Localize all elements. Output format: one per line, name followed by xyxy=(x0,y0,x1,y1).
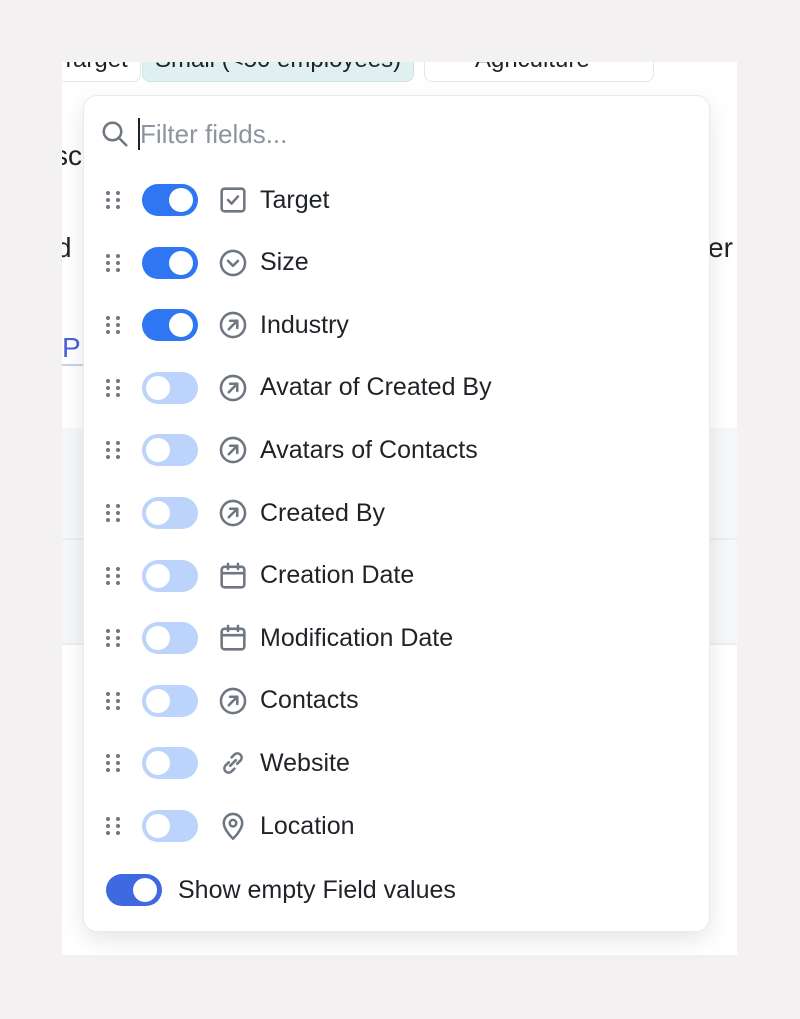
field-visibility-toggle[interactable] xyxy=(142,622,198,654)
drag-handle-icon[interactable] xyxy=(106,813,122,839)
field-label: Modification Date xyxy=(260,624,453,653)
filter-fields-input[interactable] xyxy=(140,119,600,150)
field-row[interactable]: Avatar of Created By xyxy=(106,366,492,410)
calendar-icon xyxy=(216,559,250,593)
chip-industry[interactable]: Agriculture xyxy=(424,62,654,82)
chevron-circle-icon xyxy=(216,246,250,280)
field-row[interactable]: Location xyxy=(106,804,355,848)
drag-handle-icon[interactable] xyxy=(106,563,122,589)
drag-handle-icon[interactable] xyxy=(106,437,122,463)
field-label: Contacts xyxy=(260,686,359,715)
search-icon xyxy=(100,119,130,149)
field-visibility-toggle[interactable] xyxy=(142,372,198,404)
field-row[interactable]: Creation Date xyxy=(106,554,414,598)
relation-arrow-icon xyxy=(216,371,250,405)
chip-target[interactable]: Target xyxy=(62,62,141,82)
field-visibility-toggle[interactable] xyxy=(142,247,198,279)
relation-arrow-icon xyxy=(216,496,250,530)
field-label: Avatar of Created By xyxy=(260,373,492,402)
field-row[interactable]: Size xyxy=(106,241,309,285)
link-icon xyxy=(216,746,250,780)
field-visibility-toggle[interactable] xyxy=(142,497,198,529)
field-visibility-toggle[interactable] xyxy=(142,434,198,466)
field-label: Creation Date xyxy=(260,561,414,590)
show-empty-row[interactable]: Show empty Field values xyxy=(106,874,456,906)
checkbox-icon xyxy=(216,183,250,217)
field-label: Avatars of Contacts xyxy=(260,436,478,465)
show-empty-toggle[interactable] xyxy=(106,874,162,906)
field-visibility-popover: Target Size Industry Avatar of Created By Av… xyxy=(83,95,710,932)
filter-search[interactable] xyxy=(100,114,600,154)
field-visibility-toggle[interactable] xyxy=(142,309,198,341)
field-visibility-toggle[interactable] xyxy=(142,184,198,216)
field-row[interactable]: Contacts xyxy=(106,679,359,723)
field-label: Location xyxy=(260,812,355,841)
drag-handle-icon[interactable] xyxy=(106,750,122,776)
field-row[interactable]: Avatars of Contacts xyxy=(106,428,478,472)
relation-arrow-icon xyxy=(216,308,250,342)
background-fragment: er xyxy=(708,232,733,264)
field-label: Website xyxy=(260,749,350,778)
field-visibility-toggle[interactable] xyxy=(142,685,198,717)
background-fragment: d xyxy=(62,232,72,264)
drag-handle-icon[interactable] xyxy=(106,312,122,338)
field-row[interactable]: Industry xyxy=(106,303,349,347)
location-pin-icon xyxy=(216,809,250,843)
field-visibility-toggle[interactable] xyxy=(142,560,198,592)
field-row[interactable]: Website xyxy=(106,741,350,785)
field-label: Industry xyxy=(260,311,349,340)
drag-handle-icon[interactable] xyxy=(106,688,122,714)
relation-arrow-icon xyxy=(216,433,250,467)
drag-handle-icon[interactable] xyxy=(106,625,122,651)
drag-handle-icon[interactable] xyxy=(106,500,122,526)
field-visibility-toggle[interactable] xyxy=(142,810,198,842)
background-fragment: sc xyxy=(62,140,82,172)
field-label: Created By xyxy=(260,499,385,528)
field-row[interactable]: Modification Date xyxy=(106,616,453,660)
field-label: Target xyxy=(260,186,329,215)
relation-arrow-icon xyxy=(216,684,250,718)
field-visibility-toggle[interactable] xyxy=(142,747,198,779)
field-row[interactable]: Target xyxy=(106,178,329,222)
calendar-icon xyxy=(216,621,250,655)
chip-industry-label: Agriculture xyxy=(475,62,590,73)
drag-handle-icon[interactable] xyxy=(106,187,122,213)
drag-handle-icon[interactable] xyxy=(106,250,122,276)
field-row[interactable]: Created By xyxy=(106,491,385,535)
show-empty-label: Show empty Field values xyxy=(178,876,456,905)
chip-size[interactable]: Small (<50 employees) xyxy=(142,62,414,82)
field-label: Size xyxy=(260,248,309,277)
drag-handle-icon[interactable] xyxy=(106,375,122,401)
